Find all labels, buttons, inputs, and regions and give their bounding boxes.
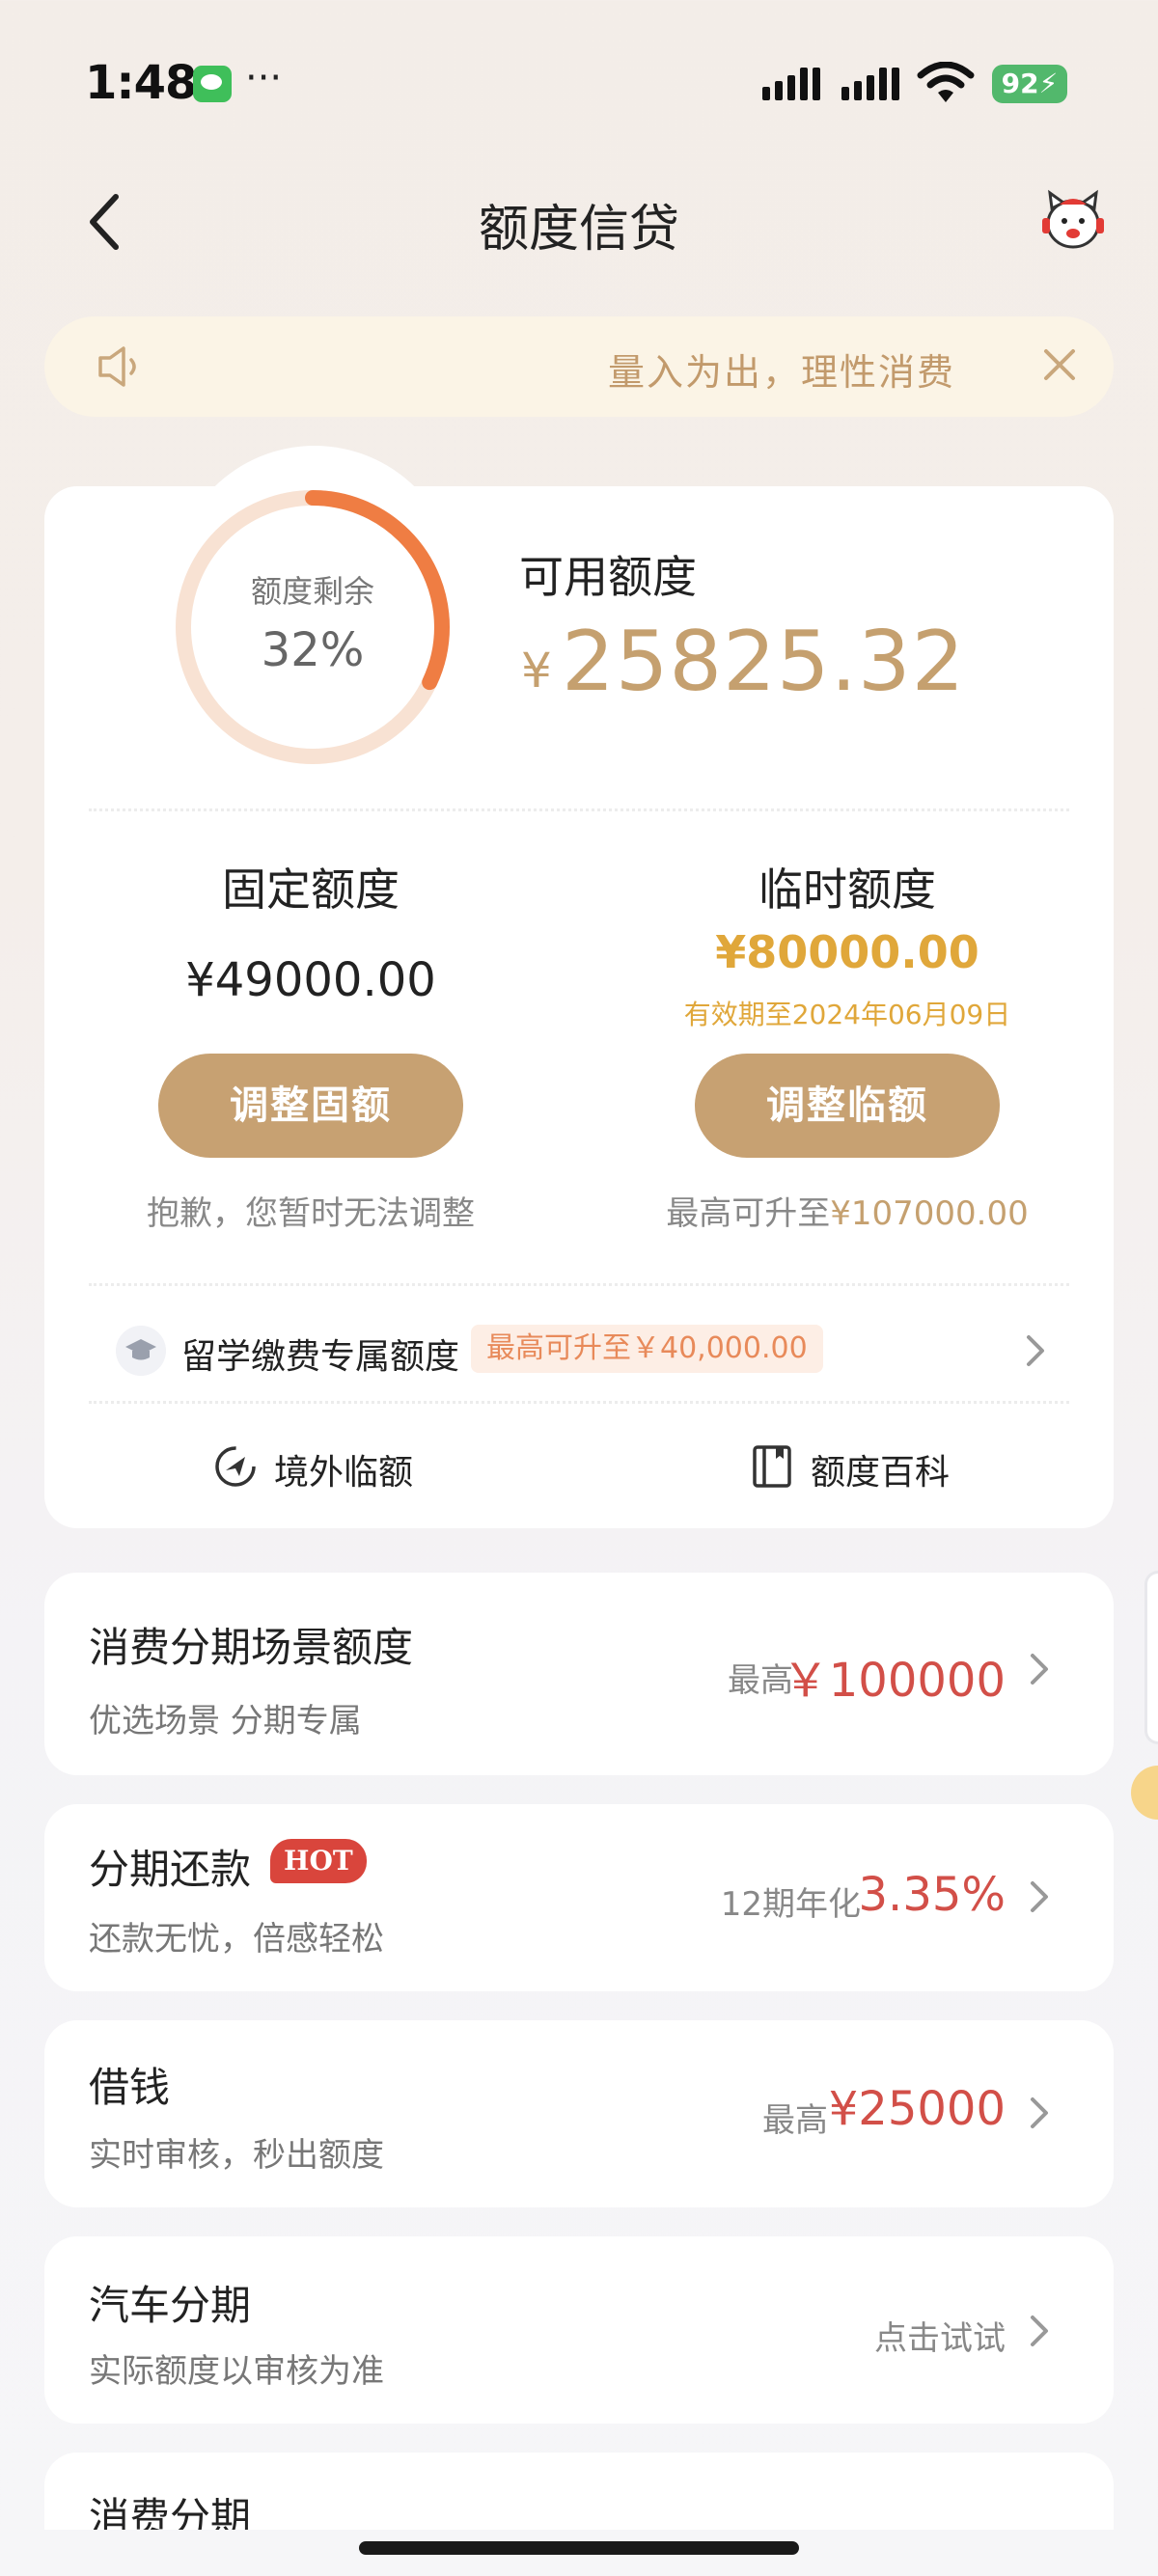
graduation-cap-icon — [116, 1326, 166, 1376]
floating-coin-button[interactable] — [1131, 1766, 1158, 1820]
temporary-max-prefix: 最高可升至 — [666, 1194, 831, 1233]
product-subtitle: 实际额度以审核为准 — [89, 2352, 384, 2391]
product-title: 借钱 — [89, 2064, 171, 2111]
status-time: 1:48 — [85, 56, 197, 110]
product-value: ¥25000 — [828, 2082, 1006, 2136]
speaker-icon — [98, 346, 136, 387]
available-credit-amount: 25825.32 — [562, 614, 966, 710]
remaining-percent: 32% — [261, 623, 365, 677]
battery-indicator: 92⚡ — [992, 65, 1067, 103]
floating-side-tab[interactable] — [1144, 1571, 1158, 1744]
chevron-right-icon[interactable] — [1023, 1331, 1048, 1370]
product-title: 消费分期 — [89, 2494, 252, 2530]
status-more-dots: ··· — [245, 56, 283, 100]
temporary-credit-amount: ¥80000.00 — [715, 926, 979, 978]
fixed-credit-title: 固定额度 — [222, 863, 400, 916]
product-title: 分期还款 — [89, 1846, 252, 1893]
divider — [89, 1283, 1069, 1286]
fixed-adjust-note: 抱歉，您暂时无法调整 — [147, 1194, 475, 1233]
temporary-credit-title: 临时额度 — [758, 863, 936, 916]
book-icon — [753, 1445, 791, 1488]
chevron-right-icon[interactable] — [1027, 2094, 1052, 2132]
signal-icon — [762, 68, 820, 100]
temporary-max-note: 最高可升至¥107000.00 — [596, 1187, 1098, 1234]
product-prefix: 12期年化 — [720, 1885, 861, 1924]
overseas-plane-icon — [215, 1446, 256, 1487]
study-abroad-badge: 最高可升至￥40,000.00 — [471, 1325, 823, 1373]
customer-service-mascot-icon[interactable] — [1036, 189, 1110, 253]
battery-level: 92 — [1001, 68, 1039, 99]
chevron-right-icon[interactable] — [1027, 1877, 1052, 1916]
page-title: 额度信贷 — [478, 201, 679, 259]
product-prefix: 最高 — [762, 2101, 828, 2140]
adjust-fixed-button[interactable]: 调整固额 — [158, 1054, 463, 1158]
hot-badge: HOT — [270, 1839, 367, 1883]
product-title: 消费分期场景额度 — [89, 1624, 414, 1671]
remaining-label: 额度剩余 — [250, 573, 374, 610]
product-value: 3.35% — [858, 1868, 1006, 1922]
credit-wiki-link[interactable]: 额度百科 — [811, 1444, 950, 1494]
wechat-notification-icon — [193, 66, 232, 102]
divider — [89, 808, 1069, 811]
product-subtitle: 还款无忧，倍感轻松 — [89, 1920, 384, 1959]
divider — [89, 1401, 1069, 1404]
signal-icon-secondary — [841, 68, 899, 100]
notice-text: 量入为出，理性消费 — [607, 351, 955, 394]
product-prefix: 点击试试 — [874, 2319, 1006, 2358]
product-title: 汽车分期 — [89, 2282, 252, 2329]
available-credit-label: 可用额度 — [519, 551, 697, 603]
chevron-right-icon[interactable] — [1027, 1650, 1052, 1688]
overseas-temporary-link[interactable]: 境外临额 — [274, 1444, 413, 1494]
product-subtitle: 实时审核，秒出额度 — [89, 2136, 384, 2175]
product-subtitle: 优选场景 分期专属 — [89, 1702, 362, 1740]
adjust-temporary-button[interactable]: 调整临额 — [695, 1054, 1000, 1158]
close-icon[interactable] — [1040, 345, 1079, 384]
product-value: ￥100000 — [782, 1654, 1006, 1708]
currency-symbol: ¥ — [521, 643, 552, 699]
temporary-max-amount: ¥107000.00 — [830, 1194, 1029, 1233]
fixed-credit-amount: ¥49000.00 — [185, 953, 436, 1007]
study-abroad-credit-label[interactable]: 留学缴费专属额度 — [181, 1329, 459, 1379]
wifi-icon — [917, 62, 975, 102]
temporary-credit-expiry: 有效期至2024年06月09日 — [683, 999, 1011, 1030]
home-indicator[interactable] — [359, 2541, 799, 2555]
chevron-right-icon[interactable] — [1027, 2312, 1052, 2350]
